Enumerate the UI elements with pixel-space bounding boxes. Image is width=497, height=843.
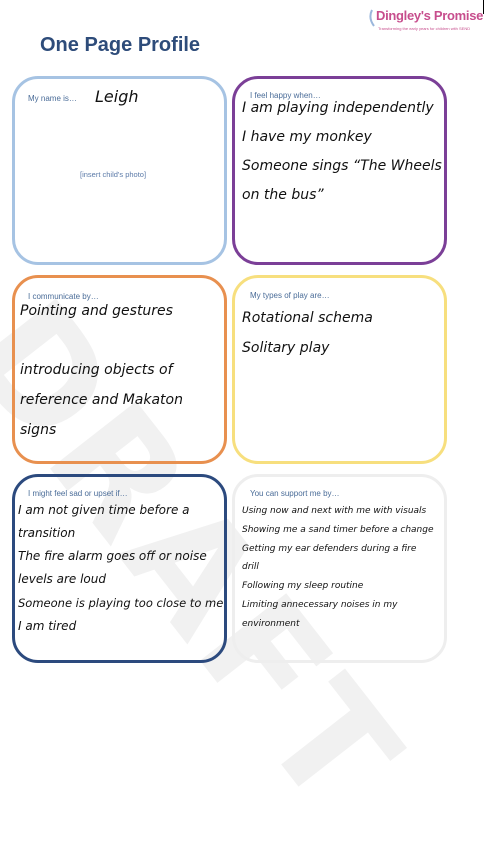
sad-box [12,474,227,663]
play-box [232,275,447,464]
logo-tagline: Transforming the early years for childre… [378,26,471,31]
communicate-box [12,275,227,464]
page-title: One Page Profile [40,34,201,56]
happy-box [232,76,447,265]
name-box [12,76,227,265]
support-box [232,474,447,663]
corner-mark [483,0,484,14]
logo-name: Dingley's Promise [376,8,484,23]
dingleys-promise-logo: Dingley's Promise Transforming the early… [368,6,483,38]
